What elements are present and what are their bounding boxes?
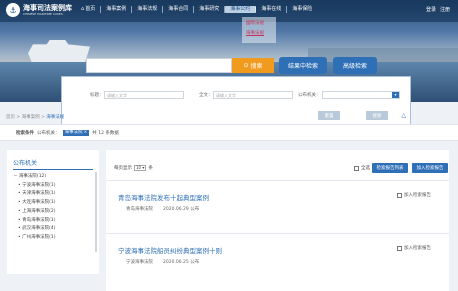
close-icon[interactable]: × — [84, 130, 88, 136]
result-card: 宁波海事法院船员纠纷典型案例十则 宁波海事法院 2020.06.25 公布 加入… — [106, 233, 449, 275]
sidebar-item-ningbo[interactable]: • 宁波海事法院(1) — [13, 182, 99, 191]
advanced-submit-button[interactable]: 搜索 — [366, 111, 388, 120]
ship-image — [28, 40, 90, 62]
site-subtitle: CHINESE MARITIME CASES — [23, 12, 63, 16]
title-label: 标题： — [90, 93, 104, 98]
result-checkbox[interactable] — [397, 192, 402, 198]
top-navbar: ⚓ 海事司法案例库 CHINESE MARITIME CASES ⌂ 首页 海事案… — [0, 0, 458, 22]
advanced-search-panel: 标题： 请输入文字 全文： 请输入文字 公布机关： ▾ 重置 搜索 △ — [61, 76, 411, 126]
result-title-link[interactable]: 青岛海事法院发布十起典型案例 — [118, 192, 209, 202]
nav-dropdown-menu: 國際法規 海事法规 — [242, 17, 276, 43]
result-checkbox[interactable] — [397, 245, 402, 251]
report-list-button[interactable]: 检索报告列表 — [372, 163, 408, 173]
result-add-to-report[interactable]: 加入检索报告 — [397, 192, 431, 198]
nav-item-insurance[interactable]: 海事保险 — [287, 6, 317, 13]
nav-item-cases[interactable]: 海事案例 — [101, 6, 133, 13]
sidebar-item-guangzhou[interactable]: • 广州海事法院(1) — [13, 234, 99, 243]
reset-button[interactable]: 重置 — [318, 111, 340, 120]
collapse-minus-icon[interactable]: － — [13, 174, 18, 179]
nav-item-conventions[interactable]: 海事公约 — [225, 6, 257, 13]
site-logo[interactable]: ⚓ 海事司法案例库 CHINESE MARITIME CASES — [6, 3, 72, 17]
per-page-select[interactable]: 10 ▾ — [134, 165, 147, 171]
result-count: 共 12 条数据 — [92, 131, 119, 136]
main-nav: ⌂ 首页 海事案例 海事法规 海事合同 海事研究 海事公约 海事在线 海事保险 — [76, 6, 317, 13]
dropdown-item-maritime-law[interactable]: 海事法规 — [246, 29, 272, 39]
breadcrumb: 首页 > 海事案例 > 海事法规 — [6, 115, 65, 120]
result-org: 宁波海事法院 — [126, 260, 153, 265]
search-within-results-button[interactable]: 结果中检索 — [279, 57, 327, 74]
sidebar-item-root[interactable]: － 海事法院(12) — [13, 173, 99, 182]
dropdown-item-intl-law[interactable]: 國際法規 — [246, 19, 272, 29]
sidebar-item-dalian[interactable]: • 大连海事法院(1) — [13, 199, 99, 208]
site-title: 海事司法案例库 — [23, 4, 72, 12]
nav-item-contracts[interactable]: 海事合同 — [163, 6, 195, 13]
result-meta: 青岛海事法院 2020.06.29 公布 — [126, 206, 199, 212]
sidebar-item-qingdao[interactable]: • 青岛海事法院(1) — [13, 217, 99, 226]
result-org: 青岛海事法院 — [126, 207, 153, 212]
condition-tag[interactable]: 海事法院 × — [62, 130, 90, 136]
per-page-control: 每页显示 10 ▾ 条 — [114, 165, 153, 171]
collapse-chevron-icon[interactable]: △ — [401, 112, 406, 119]
nav-item-regulations[interactable]: 海事法规 — [132, 6, 164, 13]
select-all[interactable]: 全选 — [354, 165, 370, 171]
org-select[interactable]: ▾ — [322, 91, 400, 99]
results-toolbar: 每页显示 10 ▾ 条 全选 检索报告列表 加入检索报告 — [114, 163, 448, 173]
logo-emblem-icon: ⚓ — [6, 3, 20, 17]
breadcrumb-current: 海事法规 — [46, 115, 65, 120]
sidebar-title: 公布机关 — [13, 158, 93, 170]
breadcrumb-home[interactable]: 首页 — [6, 115, 15, 120]
sidebar-list: － 海事法院(12) • 宁波海事法院(1) • 天津海事法院(1) • 大连海… — [13, 173, 99, 243]
conditions-label: 检索条件 — [16, 131, 34, 136]
breadcrumb-cases[interactable]: 海事案例 — [22, 115, 40, 120]
sidebar-scrollbar[interactable] — [95, 172, 97, 252]
add-to-report-button[interactable]: 加入检索报告 — [412, 163, 448, 173]
register-link[interactable]: 注册 — [440, 6, 450, 13]
login-link[interactable]: 登录 — [426, 6, 436, 13]
chevron-down-icon: ▾ — [392, 92, 399, 98]
auth-links: 登录 注册 — [426, 6, 450, 13]
sidebar-item-shanghai[interactable]: • 上海海事法院(2) — [13, 208, 99, 217]
title-input[interactable]: 请输入文字 — [104, 91, 184, 99]
result-card: 青岛海事法院发布十起典型案例 青岛海事法院 2020.06.29 公布 加入检索… — [106, 180, 449, 222]
conditions-field-label: 公布机关： — [37, 131, 60, 136]
search-input[interactable] — [86, 58, 232, 73]
org-label: 公布机关： — [298, 93, 321, 98]
result-add-to-report[interactable]: 加入检索报告 — [397, 245, 431, 251]
result-title-link[interactable]: 宁波海事法院船员纠纷典型案例十则 — [118, 245, 222, 255]
fulltext-input[interactable]: 请输入文字 — [213, 91, 293, 99]
filter-sidebar: 公布机关 － 海事法院(12) • 宁波海事法院(1) • 天津海事法院(1) … — [7, 150, 99, 274]
nav-item-home[interactable]: ⌂ 首页 — [76, 6, 102, 13]
fulltext-label: 全文： — [199, 93, 213, 98]
search-row: ⊙ 搜索 结果中检索 高级检索 — [86, 57, 377, 74]
sidebar-item-tianjin[interactable]: • 天津海事法院(1) — [13, 190, 99, 199]
select-all-checkbox[interactable] — [354, 165, 359, 171]
search-icon: ⊙ — [243, 62, 249, 69]
result-date: 2020.06.29 公布 — [163, 207, 200, 212]
search-conditions-bar: 检索条件 公布机关： 海事法院 × 共 12 条数据 — [0, 124, 458, 141]
nav-item-research[interactable]: 海事研究 — [194, 6, 226, 13]
advanced-search-button[interactable]: 高级检索 — [333, 57, 377, 74]
nav-item-online[interactable]: 海事在线 — [256, 6, 288, 13]
result-date: 2020.06.25 公布 — [163, 260, 200, 265]
results-panel: 每页显示 10 ▾ 条 全选 检索报告列表 加入检索报告 青岛海事法院发布十起典… — [106, 150, 449, 291]
search-button[interactable]: ⊙ 搜索 — [232, 58, 274, 73]
result-meta: 宁波海事法院 2020.06.25 公布 — [126, 259, 199, 265]
sidebar-item-wuhan[interactable]: • 武汉海事法院(4) — [13, 225, 99, 234]
